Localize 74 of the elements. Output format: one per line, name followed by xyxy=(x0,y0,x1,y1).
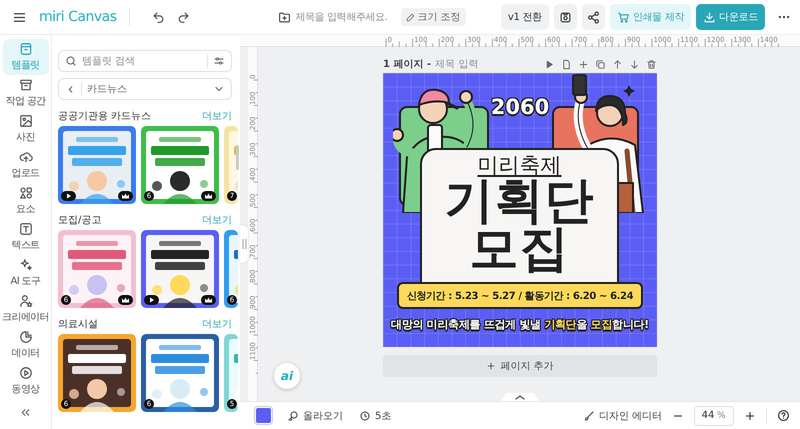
pie-chart-icon xyxy=(18,330,32,344)
play-circle-icon xyxy=(18,366,32,380)
percent-sign: % xyxy=(717,410,726,420)
version-button[interactable]: v1 전환 xyxy=(500,4,549,30)
collapse-icon[interactable] xyxy=(19,406,32,419)
filter-icon[interactable] xyxy=(213,55,225,67)
page-title-field[interactable]: 제목 입력 xyxy=(435,58,496,70)
headline-text: 기획단 xyxy=(444,177,594,225)
search-icon xyxy=(65,55,77,67)
arrow-down-icon[interactable] xyxy=(629,58,640,70)
archive-icon xyxy=(18,78,32,92)
sidebar-item[interactable]: 텍스트 xyxy=(2,219,48,255)
sidebar-item[interactable]: AI 도구 xyxy=(2,255,48,291)
timer-icon xyxy=(359,410,371,422)
search-bar[interactable]: 템플릿 검색 xyxy=(58,50,232,72)
play-icon[interactable] xyxy=(544,58,555,70)
add-page-button[interactable]: 페이지 추가 xyxy=(383,355,657,377)
design-editor-button[interactable]: 디자인 에디터 xyxy=(582,408,662,422)
section-title: 공공기관용 카드뉴스 xyxy=(58,110,152,123)
shapes-icon xyxy=(18,186,32,200)
sidebar-item[interactable]: 요소 xyxy=(2,183,48,219)
title-field[interactable]: 제목을 입력해주세요. xyxy=(296,12,396,22)
headline-text: 모집 xyxy=(470,225,570,273)
logo: miri Canvas xyxy=(39,9,117,25)
camera-icon xyxy=(558,10,572,24)
sidebar-item[interactable]: 업로드 xyxy=(2,147,48,183)
add-icon[interactable] xyxy=(578,58,589,70)
layout-icon xyxy=(18,42,32,56)
brush-icon xyxy=(582,410,595,422)
zoom-box[interactable]: 44 % xyxy=(694,406,734,426)
category-dropdown[interactable]: 카드뉴스 xyxy=(58,78,232,100)
scrollbar[interactable] xyxy=(236,145,239,170)
sidebar-item[interactable]: 동영상 xyxy=(2,363,48,399)
section-title: 모집/공고 xyxy=(58,214,102,227)
period-banner: 신청기간 : 5.23 ~ 5.27 / 활동기간 : 6.20 ~ 6.24 xyxy=(397,282,643,309)
undo-icon[interactable] xyxy=(152,10,165,24)
resize-handle[interactable] xyxy=(240,225,248,263)
search-input[interactable]: 템플릿 검색 xyxy=(82,56,202,66)
page-label: 1 페이지 - xyxy=(383,58,432,71)
animation-button[interactable]: 올라오기 xyxy=(287,408,343,422)
pencil-icon xyxy=(406,12,415,22)
cart-icon xyxy=(616,10,630,24)
zoom-input[interactable]: 44 xyxy=(699,410,717,421)
arrow-up-icon[interactable] xyxy=(612,58,623,70)
year-text: 2060 xyxy=(490,95,550,119)
subtitle-text: 미리축제 xyxy=(478,153,562,177)
image-icon xyxy=(18,114,32,128)
page-icon[interactable] xyxy=(561,58,572,70)
share-icon xyxy=(586,10,600,24)
slogan-text: 대망의 미리축제를 뜨겁게 빛낼 기획단을 모집합니다! xyxy=(391,317,649,332)
sidebar-item[interactable]: 작업 공간 xyxy=(2,75,48,111)
sidebar-item[interactable]: 사진 xyxy=(2,111,48,147)
help-icon[interactable] xyxy=(777,409,790,422)
redo-icon[interactable] xyxy=(176,10,190,24)
copy-icon[interactable] xyxy=(595,58,606,70)
text-icon xyxy=(18,222,32,236)
color-swatch[interactable] xyxy=(256,408,271,423)
zoom-in-icon[interactable] xyxy=(744,410,756,422)
snapshot-button[interactable] xyxy=(554,4,577,30)
expand-handle[interactable] xyxy=(501,393,539,401)
duration-button[interactable]: 5초 xyxy=(359,408,392,422)
trash-icon[interactable] xyxy=(646,58,657,70)
folder-icon[interactable] xyxy=(278,10,291,24)
motion-icon xyxy=(287,410,299,422)
sparkle-icon xyxy=(18,258,32,272)
section-title: 의료시설 xyxy=(58,318,98,331)
download-icon xyxy=(703,10,716,24)
plus-icon xyxy=(486,361,496,371)
cloud-upload-icon xyxy=(18,150,32,164)
person-star-icon xyxy=(18,294,32,308)
resize-button[interactable]: 크기 조정 xyxy=(400,8,466,26)
share-button[interactable] xyxy=(582,4,605,30)
sidebar-item[interactable]: 데이터 xyxy=(2,327,48,363)
sidebar-item[interactable]: 크리에이터 xyxy=(2,291,48,327)
